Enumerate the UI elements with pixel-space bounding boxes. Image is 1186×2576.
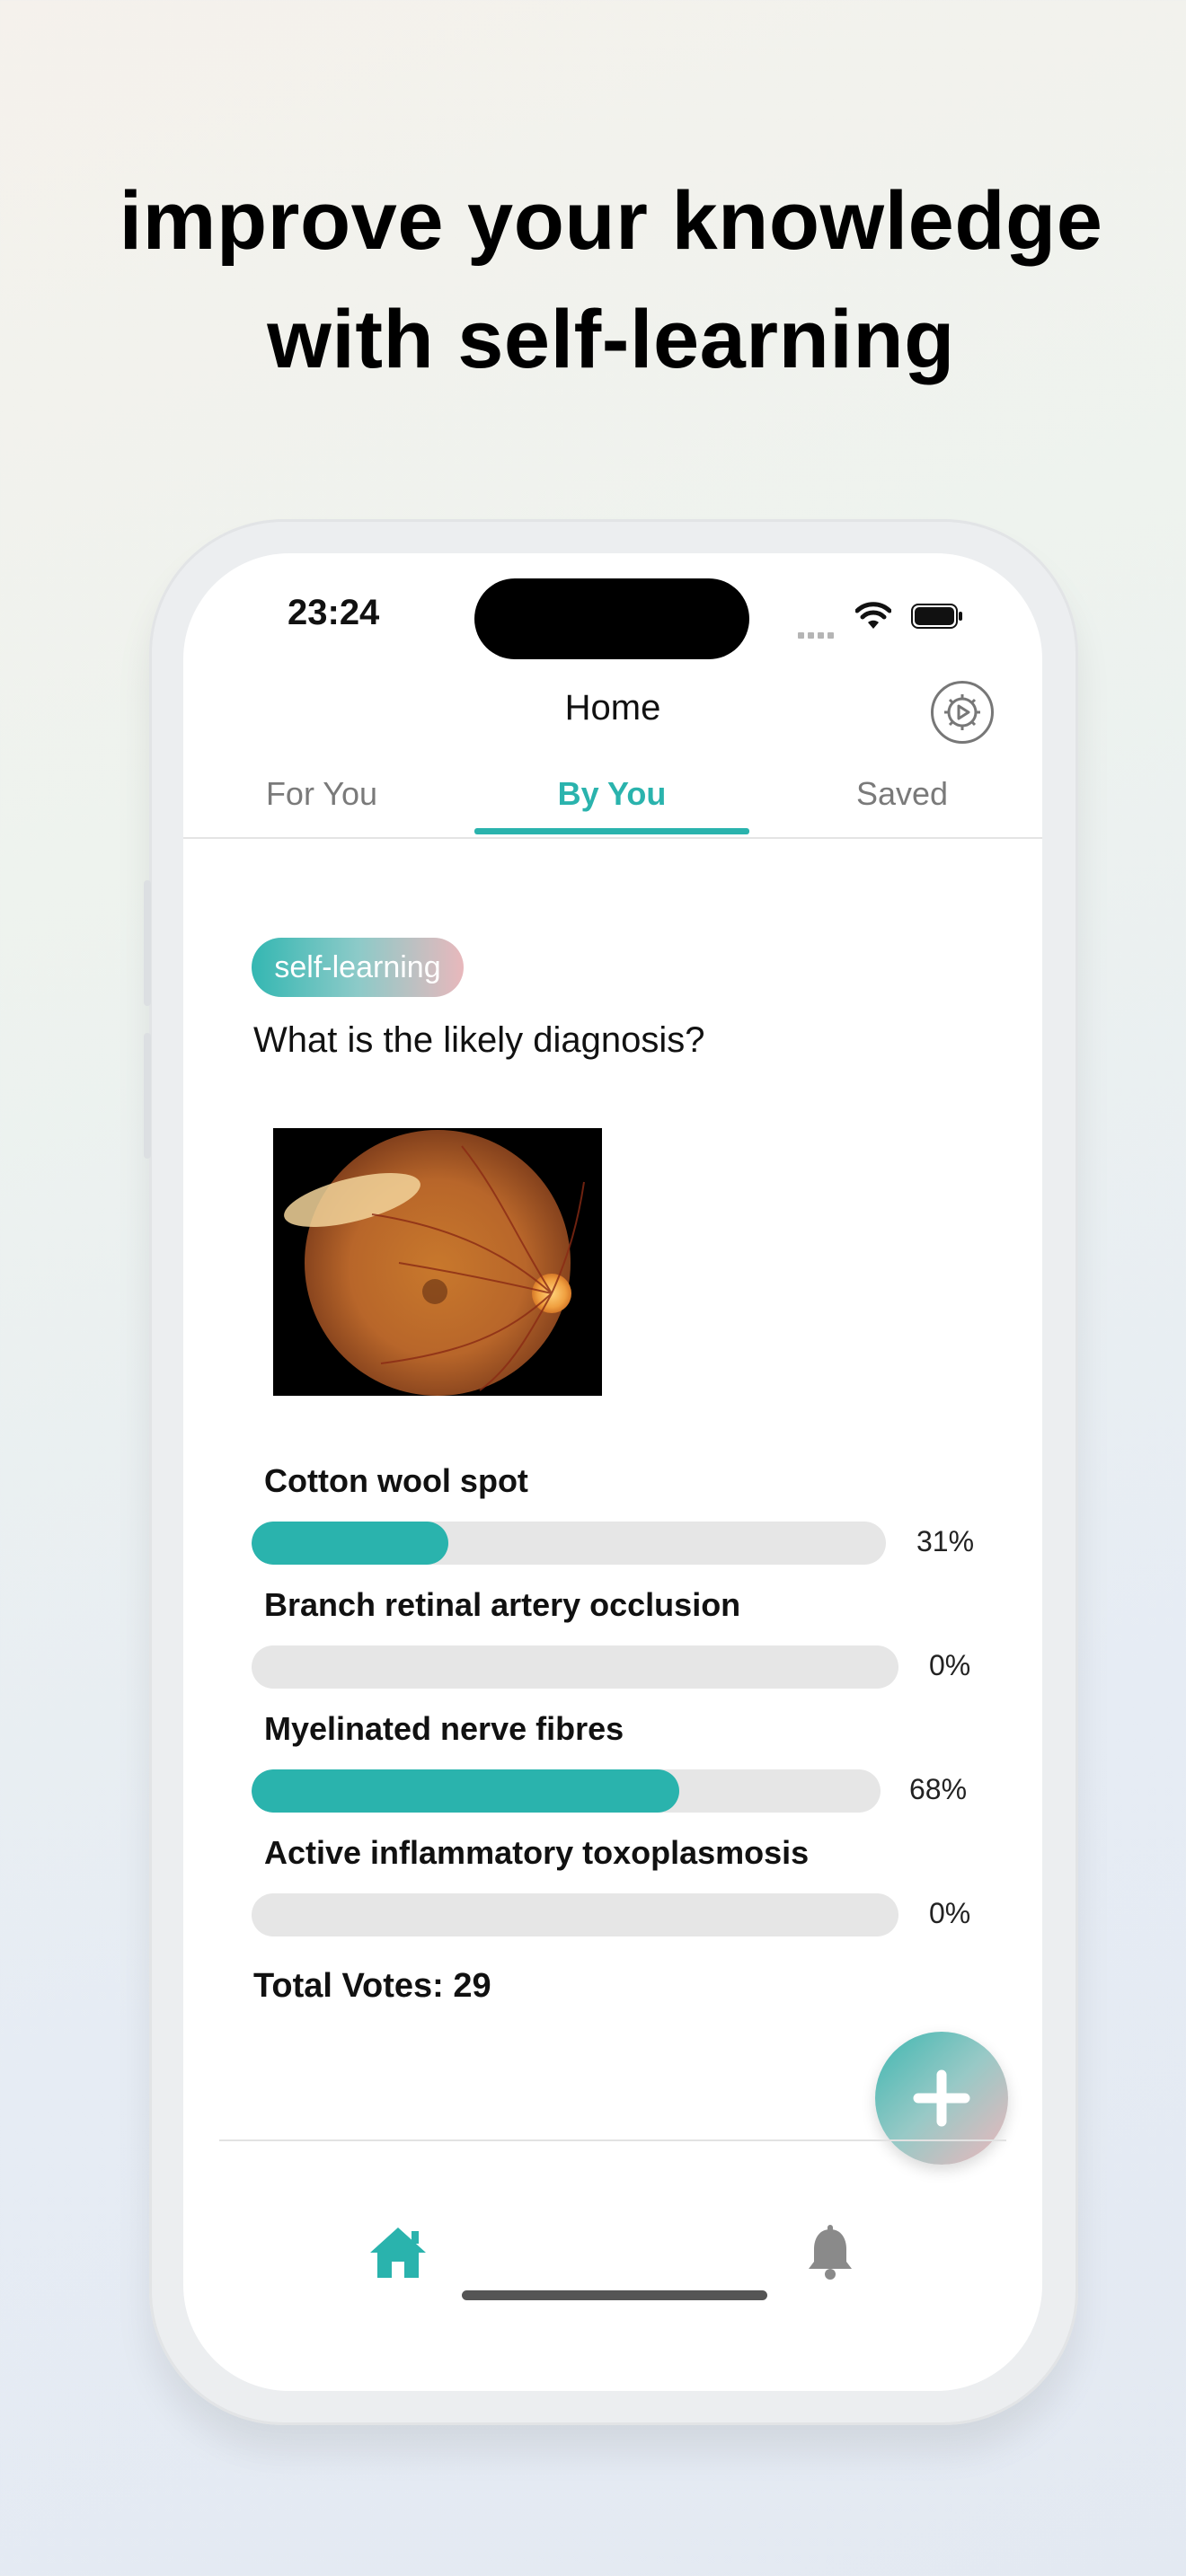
option-label: Active inflammatory toxoplasmosis — [264, 1834, 810, 1871]
option-label: Branch retinal artery occlusion — [264, 1586, 741, 1623]
bottom-divider — [219, 2139, 1006, 2141]
divider — [183, 837, 1042, 839]
tab-for-you[interactable]: For You — [232, 765, 412, 855]
plus-icon — [913, 2069, 970, 2127]
vote-bar-track[interactable] — [252, 1769, 881, 1813]
headline-line-1: improve your knowledge — [119, 175, 1103, 267]
wifi-icon — [855, 602, 891, 629]
dynamic-island — [474, 578, 749, 659]
phone-screen: 23:24 Home For You By You Saved self-lea… — [183, 553, 1042, 2391]
tab-saved[interactable]: Saved — [812, 765, 992, 855]
page-title: Home — [564, 688, 661, 728]
signal-icon — [798, 627, 837, 643]
tab-by-you[interactable]: By You — [474, 765, 749, 855]
add-post-button[interactable] — [875, 2032, 1008, 2165]
status-time: 23:24 — [288, 593, 380, 632]
option-label: Cotton wool spot — [264, 1462, 528, 1499]
tab-bar: For You By You Saved — [183, 765, 1042, 855]
vote-bar-track[interactable] — [252, 1893, 898, 1936]
vote-percent: 0% — [929, 1897, 971, 1929]
active-tab-indicator — [474, 828, 749, 834]
category-tag[interactable]: self-learning — [252, 938, 464, 997]
headline-line-2: with self-learning — [267, 294, 955, 385]
headline: improve your knowledge with self-learnin… — [0, 162, 1186, 399]
vote-bar-track[interactable] — [252, 1522, 886, 1565]
vote-bar-track[interactable] — [252, 1645, 898, 1689]
fundus-image[interactable] — [273, 1128, 602, 1396]
vote-percent: 0% — [929, 1649, 971, 1681]
bell-icon[interactable] — [801, 2224, 859, 2281]
vote-percent: 68% — [909, 1773, 968, 1805]
phone-side-button — [144, 880, 151, 1006]
total-votes: Total Votes: 29 — [253, 1967, 491, 2005]
home-indicator — [462, 2290, 767, 2300]
settings-button[interactable] — [931, 681, 994, 744]
question-text: What is the likely diagnosis? — [253, 1020, 705, 1060]
settings-icon — [944, 694, 980, 730]
home-icon[interactable] — [367, 2224, 429, 2281]
phone-side-button — [144, 1033, 151, 1159]
battery-icon — [911, 604, 962, 629]
vote-percent: 31% — [916, 1525, 975, 1557]
option-label: Myelinated nerve fibres — [264, 1710, 624, 1747]
vote-bar-fill — [252, 1522, 448, 1565]
vote-bar-fill — [252, 1769, 679, 1813]
